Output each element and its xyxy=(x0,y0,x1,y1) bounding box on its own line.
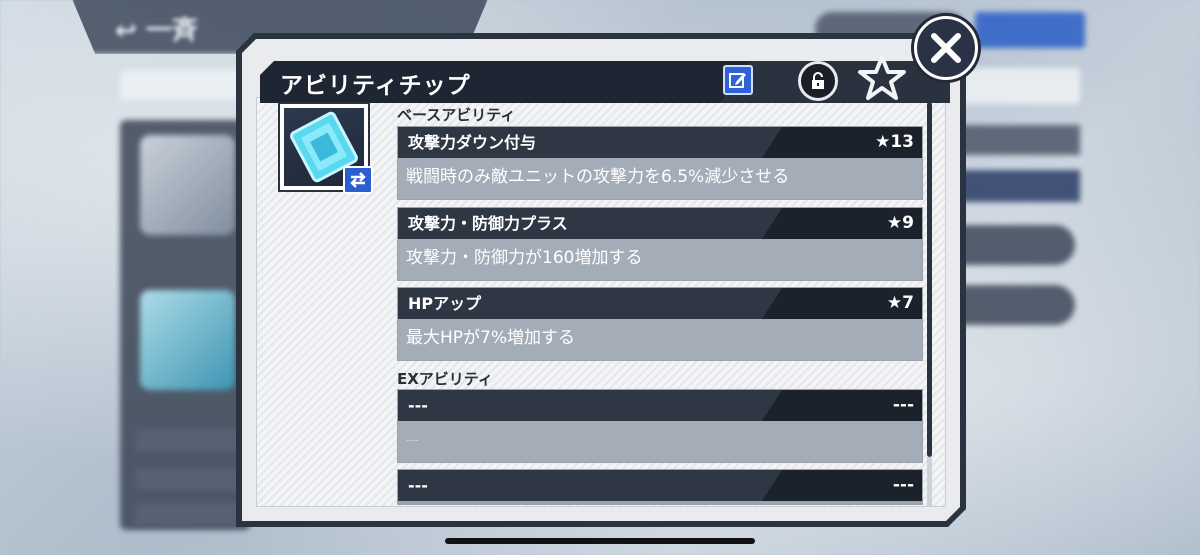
ability-name: --- xyxy=(408,476,428,495)
ex-ability-section-label: EXアビリティ xyxy=(397,370,493,388)
ability-description: 攻撃力・防御力が160増加する xyxy=(398,239,922,280)
ability-header: --- --- xyxy=(398,470,922,501)
background-back-label: ↩ 一斉 xyxy=(115,16,198,46)
ex-ability-item: --- --- --- xyxy=(397,389,923,463)
ability-name: --- xyxy=(408,396,428,415)
ex-ability-item: --- --- xyxy=(397,469,923,505)
background-card xyxy=(140,135,235,235)
background-card xyxy=(140,290,235,390)
favorite-star-icon[interactable] xyxy=(856,53,908,105)
ability-header: 攻撃力ダウン付与 ★13 xyxy=(398,127,922,158)
edit-icon xyxy=(728,70,748,90)
close-icon xyxy=(931,33,961,63)
close-button[interactable] xyxy=(914,16,978,80)
ability-description: 最大HPが7%増加する xyxy=(398,319,922,360)
ability-rank: ★13 xyxy=(875,132,914,152)
ability-item: HPアップ ★7 最大HPが7%増加する xyxy=(397,287,923,361)
swap-button[interactable] xyxy=(343,166,373,194)
ability-description: --- xyxy=(398,421,922,462)
ability-rank: ★9 xyxy=(886,213,914,233)
background-counter xyxy=(955,125,1080,155)
background-tab xyxy=(950,68,1080,104)
background-row xyxy=(135,430,240,452)
ability-header: HPアップ ★7 xyxy=(398,288,922,319)
swap-icon xyxy=(350,172,366,188)
base-ability-section-label: ベースアビリティ xyxy=(397,106,516,124)
ability-rank: ★7 xyxy=(886,293,914,313)
ability-item: 攻撃力ダウン付与 ★13 戦闘時のみ敵ユニットの攻撃力を6.5%減少させる xyxy=(397,126,923,200)
ability-header: 攻撃力・防御力プラス ★9 xyxy=(398,208,922,239)
ability-description: 戦闘時のみ敵ユニットの攻撃力を6.5%減少させる xyxy=(398,158,922,199)
ability-header: --- --- xyxy=(398,390,922,421)
ability-item: 攻撃力・防御力プラス ★9 攻撃力・防御力が160増加する xyxy=(397,207,923,281)
dialog-title: アビリティチップ xyxy=(280,73,471,99)
background-row xyxy=(135,468,240,490)
ability-rank: --- xyxy=(892,395,914,415)
edit-button[interactable] xyxy=(723,65,753,95)
scrollbar-track[interactable] xyxy=(927,457,932,507)
ability-name: 攻撃力ダウン付与 xyxy=(408,133,537,152)
ability-name: 攻撃力・防御力プラス xyxy=(408,214,568,233)
ability-rank: --- xyxy=(892,475,914,495)
home-indicator[interactable] xyxy=(445,538,755,544)
background-row xyxy=(135,503,240,525)
lock-button[interactable] xyxy=(798,61,838,101)
unlock-icon xyxy=(808,71,828,91)
background-menu-button xyxy=(975,12,1085,48)
scrollbar-thumb[interactable] xyxy=(927,102,932,457)
ability-name: HPアップ xyxy=(408,294,482,313)
